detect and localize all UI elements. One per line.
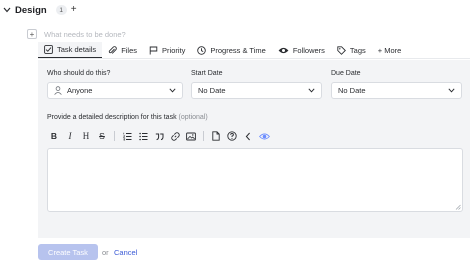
tab-label: Tags xyxy=(349,45,366,55)
cancel-link[interactable]: Cancel xyxy=(114,248,137,257)
task-count-badge: 1 xyxy=(55,5,67,15)
resize-handle-icon[interactable] xyxy=(455,204,461,210)
clock-icon xyxy=(197,45,207,55)
image-icon xyxy=(186,132,196,140)
tab-progress-time[interactable]: Progress & Time xyxy=(191,42,271,58)
user-icon xyxy=(54,86,62,95)
help-button[interactable] xyxy=(225,129,239,143)
chevron-left-icon xyxy=(245,132,250,140)
tab-tags[interactable]: Tags xyxy=(331,42,372,58)
flag-icon xyxy=(149,46,158,54)
heading-button[interactable]: H xyxy=(79,129,93,143)
tab-more[interactable]: + More xyxy=(372,42,408,58)
ai-assist-button[interactable] xyxy=(257,129,271,143)
description-editor[interactable] xyxy=(47,148,463,212)
due-date-label: Due Date xyxy=(331,70,361,77)
toolbar-divider xyxy=(114,131,115,141)
ai-eye-icon xyxy=(258,133,270,139)
link-button[interactable] xyxy=(168,129,182,143)
group-title: Design xyxy=(15,4,47,16)
eye-icon xyxy=(278,47,289,53)
tab-task-details[interactable]: Task details xyxy=(38,42,103,58)
chevron-down-icon xyxy=(448,88,455,93)
start-date-select[interactable]: No Date xyxy=(191,82,322,99)
chevron-down-icon[interactable] xyxy=(2,5,12,15)
tab-label: Followers xyxy=(292,45,325,55)
tag-icon xyxy=(337,45,346,55)
bullet-list-icon xyxy=(138,132,147,140)
tab-label: + More xyxy=(377,45,402,55)
tab-files[interactable]: Files xyxy=(102,42,143,58)
due-date-value: No Date xyxy=(338,86,366,95)
task-details-panel: Who should do this? Anyone Start Date No… xyxy=(38,60,470,238)
group-add-button[interactable]: + xyxy=(71,5,77,15)
assignee-select[interactable]: Anyone xyxy=(47,82,183,99)
quote-icon xyxy=(155,133,163,140)
strikethrough-button[interactable]: S xyxy=(95,129,109,143)
chevron-down-icon xyxy=(308,88,315,93)
tab-followers[interactable]: Followers xyxy=(272,42,331,58)
checkbox-icon xyxy=(44,45,53,54)
start-date-value: No Date xyxy=(198,86,226,95)
assignee-label: Who should do this? xyxy=(47,70,111,77)
paperclip-icon xyxy=(109,45,117,54)
create-task-button[interactable]: Create Task xyxy=(38,244,98,260)
ordered-list-button[interactable] xyxy=(120,129,134,143)
document-button[interactable] xyxy=(209,129,223,143)
tab-label: Priority xyxy=(162,45,186,55)
start-date-label: Start Date xyxy=(191,70,223,77)
help-icon xyxy=(227,131,237,141)
link-icon xyxy=(170,131,180,141)
bold-button[interactable]: B xyxy=(47,129,61,143)
document-icon xyxy=(212,131,220,141)
editor-toolbar: B I H S xyxy=(47,129,273,143)
task-tabs: Task details Files Priority Progress & T… xyxy=(38,42,470,59)
description-label-text: Provide a detailed description for this … xyxy=(47,114,177,121)
ordered-list-icon xyxy=(122,132,131,140)
due-date-select[interactable]: No Date xyxy=(331,82,462,99)
optional-text: (optional) xyxy=(178,114,208,121)
tab-priority[interactable]: Priority xyxy=(143,42,191,58)
bullet-list-button[interactable] xyxy=(136,129,150,143)
tab-label: Progress & Time xyxy=(210,45,266,55)
quote-button[interactable] xyxy=(152,129,166,143)
group-header: Design 1 + xyxy=(0,3,77,17)
tab-label: Files xyxy=(121,45,138,55)
or-text: or xyxy=(102,248,109,257)
tab-label: Task details xyxy=(57,45,97,54)
toolbar-divider xyxy=(203,131,204,141)
chevron-down-icon xyxy=(169,88,176,93)
italic-button[interactable]: I xyxy=(63,129,77,143)
new-task-plus-icon[interactable]: + xyxy=(27,29,37,39)
collapse-button[interactable] xyxy=(241,129,255,143)
image-button[interactable] xyxy=(184,129,198,143)
description-label: Provide a detailed description for this … xyxy=(47,114,208,121)
assignee-value: Anyone xyxy=(67,86,93,95)
task-name-input[interactable] xyxy=(44,28,424,40)
